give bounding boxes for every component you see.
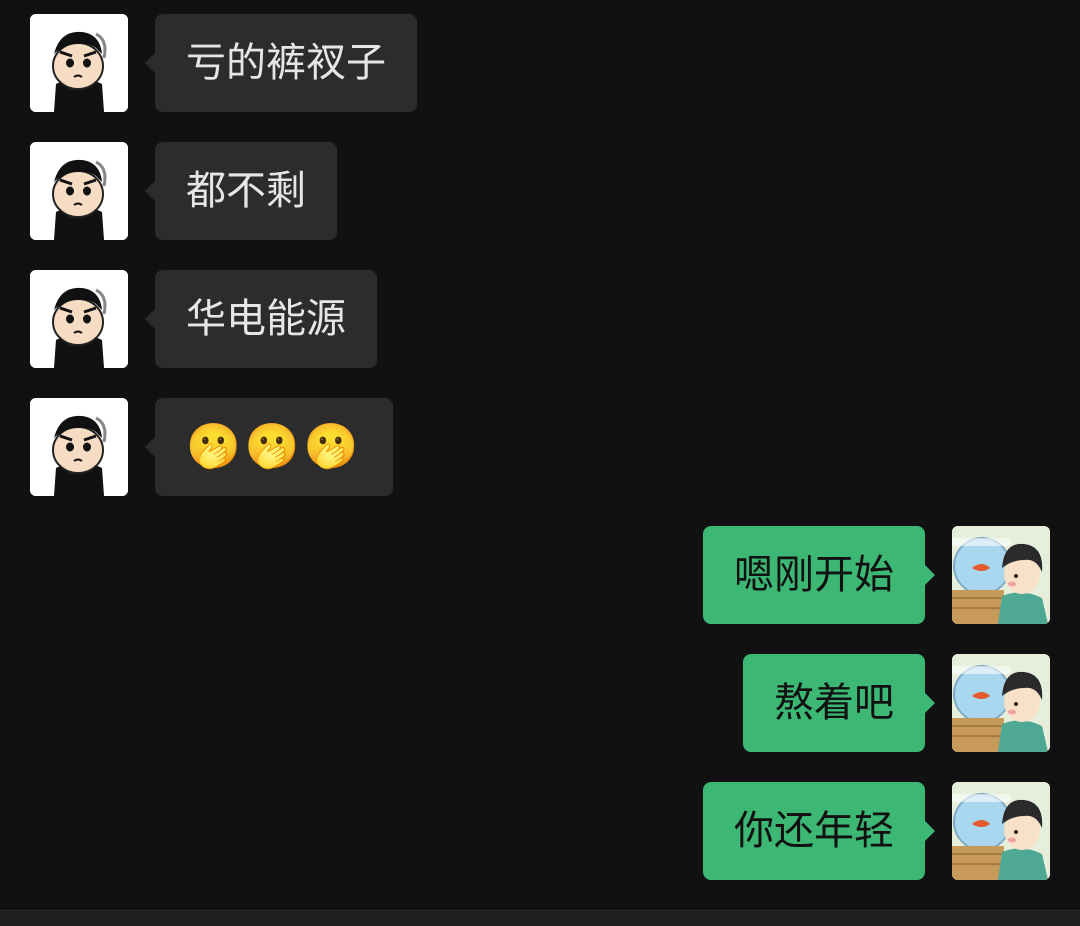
message-row-outgoing: 你还年轻 [698, 782, 1050, 880]
input-bar[interactable] [0, 910, 1080, 926]
message-row-incoming: 华电能源 [30, 270, 382, 368]
self-avatar-icon[interactable] [952, 782, 1050, 880]
message-text: 亏的裤衩子 [186, 40, 386, 86]
incoming-message-bubble[interactable]: 亏的裤衩子 [145, 14, 417, 112]
outgoing-message-bubble[interactable]: 熬着吧 [743, 654, 935, 752]
emoji-message: 🫢🫢🫢 [186, 421, 363, 472]
message-text: 你还年轻 [734, 808, 894, 854]
incoming-message-bubble[interactable]: 🫢🫢🫢 [145, 398, 394, 496]
outgoing-message-bubble[interactable]: 你还年轻 [703, 782, 935, 880]
contact-avatar-icon[interactable] [30, 270, 128, 368]
self-avatar-icon[interactable] [952, 654, 1050, 752]
incoming-message-bubble[interactable]: 华电能源 [145, 270, 377, 368]
message-row-incoming: 亏的裤衩子 [30, 14, 424, 112]
message-text: 嗯刚开始 [734, 552, 894, 598]
contact-avatar-icon[interactable] [30, 398, 128, 496]
incoming-message-bubble[interactable]: 都不剩 [145, 142, 337, 240]
message-row-outgoing: 熬着吧 [740, 654, 1050, 752]
chat-message-list[interactable]: 亏的裤衩子 都不剩 华电能源 🫢🫢🫢 嗯刚开始 熬着吧 你还年轻 [0, 0, 1080, 910]
message-row-outgoing: 嗯刚开始 [698, 526, 1050, 624]
message-row-incoming: 都不剩 [30, 142, 340, 240]
contact-avatar-icon[interactable] [30, 14, 128, 112]
message-text: 熬着吧 [774, 680, 894, 726]
self-avatar-icon[interactable] [952, 526, 1050, 624]
contact-avatar-icon[interactable] [30, 142, 128, 240]
message-text: 都不剩 [186, 168, 306, 214]
outgoing-message-bubble[interactable]: 嗯刚开始 [703, 526, 935, 624]
message-row-incoming: 🫢🫢🫢 [30, 398, 394, 496]
message-text: 华电能源 [186, 296, 346, 342]
